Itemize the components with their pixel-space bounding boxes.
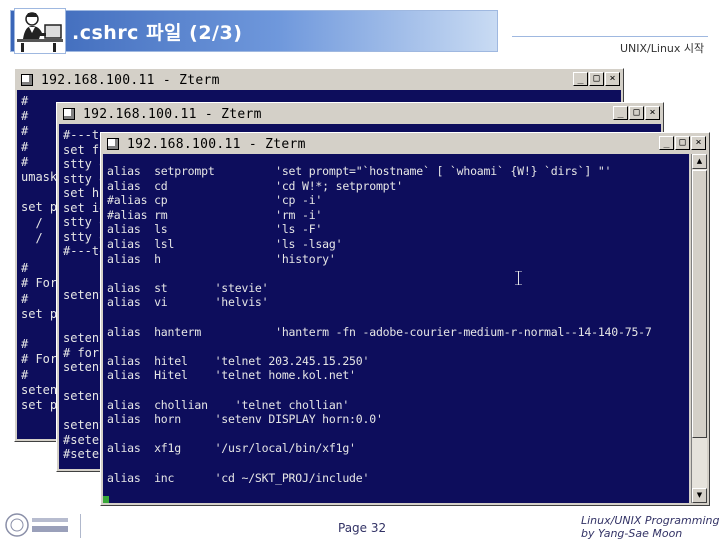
scroll-thumb[interactable] [692,170,707,438]
terminal-line: # [21,154,29,169]
close-button[interactable]: × [691,136,706,150]
footer-credit: Linux/UNIX Programming by Yang-Sae Moon [581,514,719,540]
maximize-button[interactable]: □ [629,106,644,120]
terminal-screen[interactable]: alias setprompt 'set prompt="`hostname` … [103,154,689,503]
terminal-line: set p [21,398,58,412]
terminal-line: alias h 'history' [107,251,336,266]
terminal-line: #alias rm 'rm -i' [107,207,323,222]
university-seal-icon [4,512,72,538]
terminal-line: alias hanterm 'hanterm -fn -adobe-courie… [107,324,652,339]
terminal-line: alias chollian 'telnet chollian' [107,397,350,412]
window-titlebar[interactable]: 192.168.100.11 - Zterm _ □ × [59,105,661,123]
terminal-line: alias cd 'cd W!*; setprompt' [107,178,403,193]
terminal-line: / [21,215,43,230]
course-name: Linux/UNIX Programming [581,514,720,527]
terminal-line: # [21,109,29,124]
author-name: by Yang-Sae Moon [581,527,683,540]
minimize-button[interactable]: _ [659,136,674,150]
terminal-line: alias vi 'helvis' [107,295,269,310]
close-button[interactable]: × [605,72,620,86]
footer-divider [80,514,81,538]
terminal-line: # for [63,345,100,360]
terminal-line: set p [21,306,58,321]
terminal-line: alias hitel 'telnet 203.245.15.250' [107,353,370,368]
maximize-button[interactable]: □ [589,72,604,86]
terminal-line: # [21,337,29,352]
close-button[interactable]: × [645,106,660,120]
window-system-icon[interactable] [63,108,75,120]
person-at-computer-icon [14,8,66,54]
terminal-line: umask [21,170,58,184]
terminal-cursor [103,496,109,503]
terminal-line: # For [21,276,58,291]
window-system-icon[interactable] [21,74,33,86]
page-number: Page 32 [338,521,387,535]
terminal-line: # [21,94,29,108]
minimize-button[interactable]: _ [613,106,628,120]
terminal-line: alias st 'stevie' [107,280,269,295]
header-divider [512,36,708,37]
terminal-line: alias xf1g '/usr/local/bin/xf1g' [107,441,356,456]
terminal-line: / [21,230,43,245]
terminal-line: alias Hitel 'telnet home.kol.net' [107,368,356,383]
window-title: 192.168.100.11 - Zterm [127,136,306,152]
terminal-line: alias lsl 'ls -lsag' [107,237,343,251]
minimize-button[interactable]: _ [573,72,588,86]
text-cursor-ibeam [515,270,522,286]
terminal-line: # [21,139,29,154]
window-title: 192.168.100.11 - Zterm [83,106,262,122]
terminal-line: alias ls 'ls -F' [107,222,323,237]
terminal-line: seten [21,382,58,397]
terminal-line: # For [21,352,58,367]
window-titlebar[interactable]: 192.168.100.11 - Zterm _ □ × [103,135,707,153]
terminal-line: #alias cp 'cp -i' [107,193,323,208]
terminal-line: # [21,261,29,276]
window-system-icon[interactable] [107,138,119,150]
section-label: UNIX/Linux 시작 [620,42,705,55]
terminal-scrollbar[interactable]: ▲ ▼ [691,154,707,503]
terminal-line: # [21,291,29,306]
terminal-line: alias inc 'cd ~/SKT_PROJ/include' [107,470,370,485]
terminal-line: alias setprompt 'set prompt="`hostname` … [107,164,612,178]
scroll-down-button[interactable]: ▼ [692,488,707,503]
zterm-window-front[interactable]: 192.168.100.11 - Zterm _ □ × alias setpr… [100,132,710,506]
window-title: 192.168.100.11 - Zterm [41,72,220,88]
terminal-line: set p [21,200,58,215]
terminal-line: # [21,367,29,382]
terminal-line: alias horn 'setenv DISPLAY horn:0.0' [107,412,383,427]
slide-title: .cshrc 파일 (2/3) [72,22,243,44]
maximize-button[interactable]: □ [675,136,690,150]
terminal-line: # [21,124,29,139]
scroll-up-button[interactable]: ▲ [692,154,707,169]
window-titlebar[interactable]: 192.168.100.11 - Zterm _ □ × [17,71,621,89]
